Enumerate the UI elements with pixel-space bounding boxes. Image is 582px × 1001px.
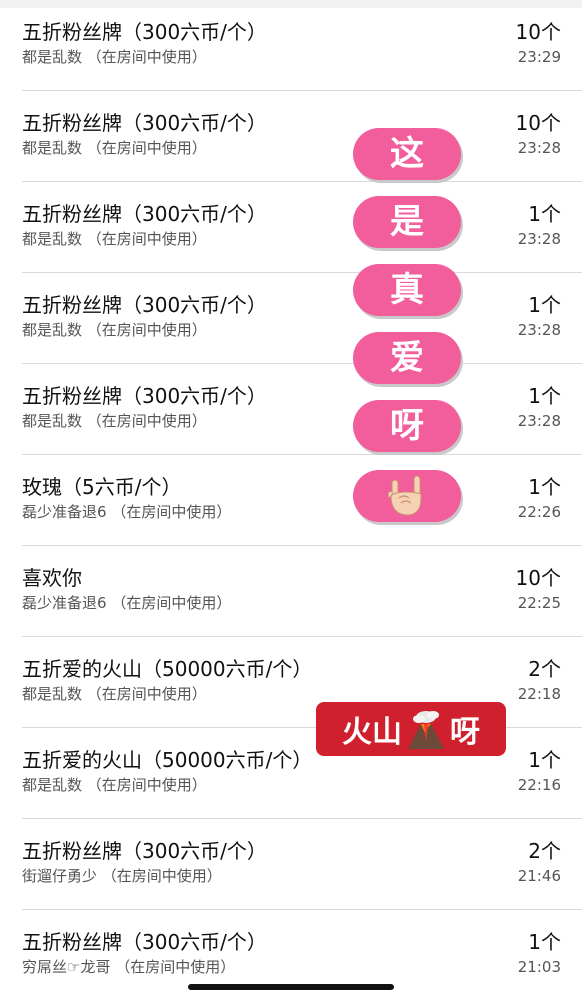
gift-sender-line: 穷屌丝☞龙哥 （在房间中使用）	[22, 958, 235, 976]
sender-name: 都是乱数	[22, 230, 83, 248]
sender-name: 都是乱数	[22, 48, 83, 66]
usage-note: （在房间中使用）	[86, 139, 207, 157]
sender-name: 街遛仔勇少	[22, 867, 98, 885]
sender-name: 磊少准备退6	[22, 503, 107, 521]
gift-title: 五折粉丝牌（300六币/个）	[22, 293, 267, 317]
list-item[interactable]: 五折粉丝牌（300六币/个） 都是乱数 （在房间中使用） 1个 23:28	[0, 364, 582, 455]
sender-name: 都是乱数	[22, 685, 83, 703]
volcano-sticker: 火山 呀	[316, 702, 506, 756]
gift-time: 21:03	[517, 958, 561, 976]
sticker-pill: 真	[353, 264, 461, 316]
sender-name: 都是乱数	[22, 139, 83, 157]
gift-time: 23:28	[517, 412, 561, 430]
gift-title: 五折粉丝牌（300六币/个）	[22, 20, 267, 44]
gift-count: 1个	[528, 748, 561, 772]
sender-name: 磊少准备退6	[22, 594, 107, 612]
gift-sender-line: 都是乱数 （在房间中使用）	[22, 412, 207, 430]
gift-time: 22:18	[517, 685, 561, 703]
gift-count: 1个	[528, 293, 561, 317]
gift-time: 22:25	[517, 594, 561, 612]
gift-title: 五折粉丝牌（300六币/个）	[22, 839, 267, 863]
usage-note: （在房间中使用）	[86, 48, 207, 66]
sticker-pill: 这	[353, 128, 461, 180]
gift-title: 五折粉丝牌（300六币/个）	[22, 202, 267, 226]
sticker-pill: 呀	[353, 400, 461, 452]
gift-time: 23:29	[517, 48, 561, 66]
volcano-sticker-right-text: 呀	[450, 715, 480, 750]
gift-time: 21:46	[517, 867, 561, 885]
usage-note: （在房间中使用）	[111, 503, 232, 521]
list-item[interactable]: 喜欢你 磊少准备退6 （在房间中使用） 10个 22:25	[0, 546, 582, 637]
gift-sender-line: 都是乱数 （在房间中使用）	[22, 321, 207, 339]
gift-time: 23:28	[517, 321, 561, 339]
gift-sender-line: 都是乱数 （在房间中使用）	[22, 776, 207, 794]
usage-note: （在房间中使用）	[86, 776, 207, 794]
gift-time: 23:28	[517, 139, 561, 157]
gift-count: 2个	[528, 839, 561, 863]
usage-note: （在房间中使用）	[111, 594, 232, 612]
gift-title: 五折爱的火山（50000六币/个）	[22, 748, 313, 772]
list-item[interactable]: 五折粉丝牌（300六币/个） 都是乱数 （在房间中使用） 1个 23:28	[0, 182, 582, 273]
gift-title: 玫瑰（5六币/个）	[22, 475, 182, 499]
gift-time: 23:28	[517, 230, 561, 248]
gift-title: 喜欢你	[22, 566, 82, 590]
list-item[interactable]: 五折粉丝牌（300六币/个） 都是乱数 （在房间中使用） 10个 23:28	[0, 91, 582, 182]
gift-count: 10个	[515, 566, 561, 590]
gift-title: 五折爱的火山（50000六币/个）	[22, 657, 313, 681]
list-item[interactable]: 五折粉丝牌（300六币/个） 都是乱数 （在房间中使用） 1个 23:28	[0, 273, 582, 364]
gift-title: 五折粉丝牌（300六币/个）	[22, 384, 267, 408]
gift-sender-line: 磊少准备退6 （在房间中使用）	[22, 594, 231, 612]
sender-name: 穷屌丝☞龙哥	[22, 958, 111, 976]
usage-note: （在房间中使用）	[86, 685, 207, 703]
gift-sender-line: 都是乱数 （在房间中使用）	[22, 685, 207, 703]
gift-count: 10个	[515, 111, 561, 135]
gift-time: 22:16	[517, 776, 561, 794]
volcano-sticker-left-text: 火山	[342, 715, 402, 750]
gift-title: 五折粉丝牌（300六币/个）	[22, 930, 267, 954]
gift-sender-line: 都是乱数 （在房间中使用）	[22, 48, 207, 66]
gift-sender-line: 街遛仔勇少 （在房间中使用）	[22, 867, 222, 885]
gift-sender-line: 磊少准备退6 （在房间中使用）	[22, 503, 231, 521]
sender-name: 都是乱数	[22, 321, 83, 339]
usage-note: （在房间中使用）	[86, 321, 207, 339]
usage-note: （在房间中使用）	[86, 412, 207, 430]
usage-note: （在房间中使用）	[86, 230, 207, 248]
gift-title: 五折粉丝牌（300六币/个）	[22, 111, 267, 135]
rock-on-hand-icon	[387, 475, 422, 516]
gift-count: 2个	[528, 657, 561, 681]
gift-time: 22:26	[517, 503, 561, 521]
sender-name: 都是乱数	[22, 776, 83, 794]
sender-name: 都是乱数	[22, 412, 83, 430]
gift-count: 1个	[528, 202, 561, 226]
sticker-pill-hand	[353, 470, 461, 522]
gift-count: 10个	[515, 20, 561, 44]
usage-note: （在房间中使用）	[115, 958, 236, 976]
home-indicator[interactable]	[188, 984, 394, 990]
gift-sender-line: 都是乱数 （在房间中使用）	[22, 139, 207, 157]
sticker-pill: 是	[353, 196, 461, 248]
usage-note: （在房间中使用）	[101, 867, 222, 885]
gift-count: 1个	[528, 475, 561, 499]
list-item[interactable]: 五折粉丝牌（300六币/个） 街遛仔勇少 （在房间中使用） 2个 21:46	[0, 819, 582, 910]
sticker-pill: 爱	[353, 332, 461, 384]
gift-count: 1个	[528, 930, 561, 954]
list-item[interactable]: 玫瑰（5六币/个） 磊少准备退6 （在房间中使用） 1个 22:26	[0, 455, 582, 546]
volcano-icon	[408, 711, 444, 749]
gift-sender-line: 都是乱数 （在房间中使用）	[22, 230, 207, 248]
gift-count: 1个	[528, 384, 561, 408]
list-item[interactable]: 五折粉丝牌（300六币/个） 都是乱数 （在房间中使用） 10个 23:29	[0, 0, 582, 91]
